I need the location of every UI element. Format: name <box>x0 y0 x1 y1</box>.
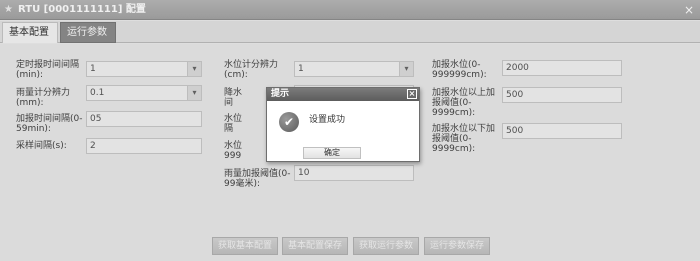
ok-button[interactable]: 确定 <box>303 147 361 159</box>
dialog-close-icon[interactable]: × <box>407 89 417 99</box>
check-icon: ✔ <box>279 112 299 132</box>
dialog-header: 提示 × <box>267 88 419 101</box>
alert-dialog: 提示 × ✔ 设置成功 确定 <box>266 87 420 162</box>
dialog-message: 设置成功 <box>309 115 346 125</box>
dialog-title: 提示 <box>271 89 290 99</box>
